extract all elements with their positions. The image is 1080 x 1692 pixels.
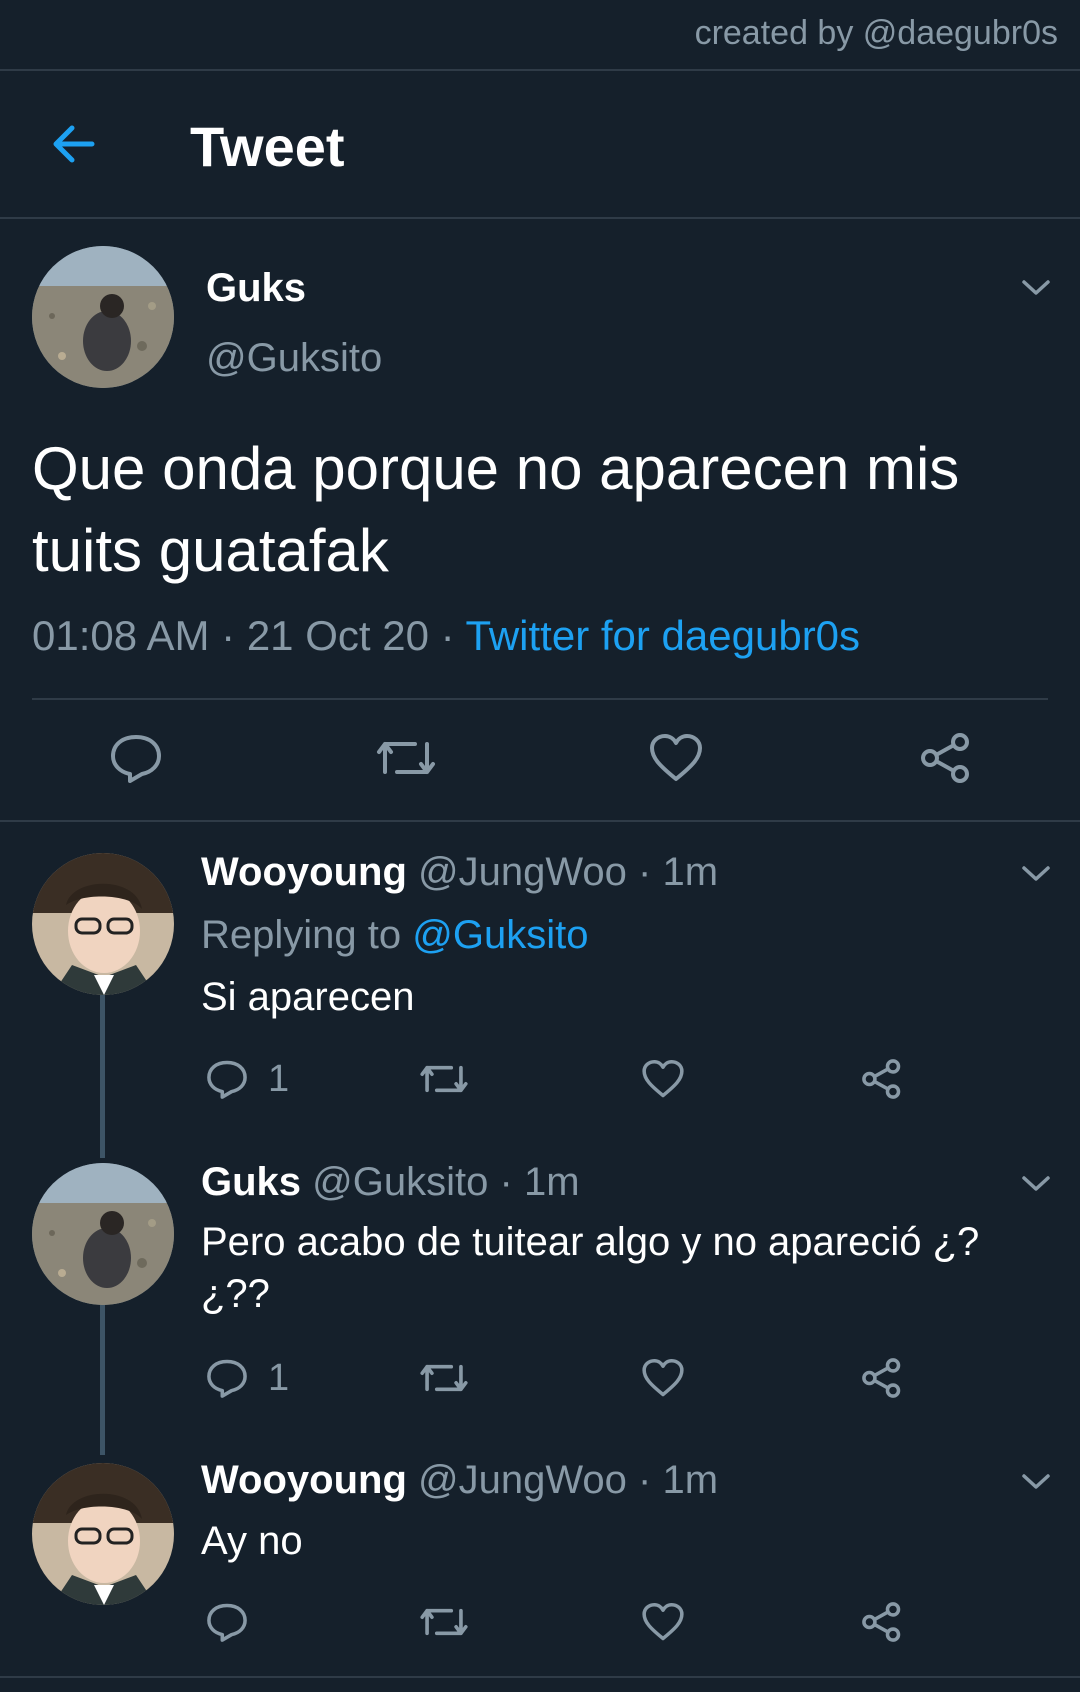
meta-separator: · <box>499 1160 513 1204</box>
meta-separator: · <box>221 612 236 659</box>
reply-count: 1 <box>268 1357 290 1399</box>
meta-divider <box>32 698 1048 700</box>
reply-author-name[interactable]: Wooyoung <box>201 1458 407 1502</box>
replying-to-label: Replying to <box>201 913 402 957</box>
thread-line <box>100 995 105 1158</box>
replying-to: Replying to @Guksito <box>201 913 588 958</box>
meta-separator: · <box>440 612 455 659</box>
like-heart-icon[interactable] <box>641 1601 685 1648</box>
author-name[interactable]: Guks <box>206 266 306 311</box>
reply-author-name[interactable]: Wooyoung <box>201 850 407 894</box>
reply-time: 1m <box>662 850 719 894</box>
retweet-icon[interactable] <box>419 1357 469 1404</box>
replies-divider <box>0 820 1080 822</box>
meta-separator: · <box>638 850 652 894</box>
reply-icon[interactable] <box>205 1357 249 1404</box>
page-title: Tweet <box>190 115 345 178</box>
author-handle[interactable]: @Guksito <box>206 336 382 381</box>
reply-author-handle[interactable]: @JungWoo <box>418 1458 627 1502</box>
reply-icon[interactable] <box>205 1601 249 1648</box>
avatar-guks[interactable] <box>32 246 174 388</box>
retweet-icon[interactable] <box>375 732 437 789</box>
thread-line <box>100 1305 105 1455</box>
reply-icon[interactable] <box>205 1058 249 1105</box>
reply-text: Ay no <box>201 1519 303 1563</box>
share-icon[interactable] <box>860 1601 904 1648</box>
share-icon[interactable] <box>860 1357 904 1404</box>
reply-count: 1 <box>268 1058 290 1100</box>
chevron-down-icon[interactable] <box>1021 864 1051 884</box>
reply-text: Pero acabo de tuitear algo y no apareció… <box>201 1220 980 1316</box>
chevron-down-icon[interactable] <box>1021 1174 1051 1194</box>
share-icon[interactable] <box>918 732 974 789</box>
like-heart-icon[interactable] <box>641 1357 685 1404</box>
reply-author-handle[interactable]: @JungWoo <box>418 850 627 894</box>
tweet-time: 01:08 AM <box>32 612 210 659</box>
tweet-meta: 01:08 AM · 21 Oct 20 · Twitter for daegu… <box>32 612 860 660</box>
chevron-down-icon[interactable] <box>1021 278 1051 298</box>
avatar-guks[interactable] <box>32 1163 174 1305</box>
avatar-wooyoung[interactable] <box>32 1463 174 1605</box>
like-heart-icon[interactable] <box>641 1058 685 1105</box>
meta-separator: · <box>638 1458 652 1502</box>
reply-time: 1m <box>523 1160 580 1204</box>
chevron-down-icon[interactable] <box>1021 1472 1051 1492</box>
tweet-source-link[interactable]: Twitter for daegubr0s <box>466 612 861 659</box>
retweet-icon[interactable] <box>419 1058 469 1105</box>
like-heart-icon[interactable] <box>648 732 704 789</box>
reply-icon[interactable] <box>108 732 164 789</box>
tweet-text: Que onda porque no aparecen mis tuits gu… <box>32 435 960 584</box>
reply-time: 1m <box>662 1458 719 1502</box>
reply-header: Guks @Guksito · 1m <box>201 1160 580 1205</box>
top-app-bar: Tweet <box>0 70 1080 218</box>
reply-header: Wooyoung @JungWoo · 1m <box>201 1458 718 1503</box>
reply-author-name[interactable]: Guks <box>201 1160 301 1204</box>
avatar-wooyoung[interactable] <box>32 853 174 995</box>
creator-credit: created by @daegubr0s <box>694 14 1058 52</box>
reply-header: Wooyoung @JungWoo · 1m <box>201 850 718 895</box>
replying-to-handle[interactable]: @Guksito <box>412 913 588 957</box>
tweet-date: 21 Oct 20 <box>246 612 429 659</box>
share-icon[interactable] <box>860 1058 904 1105</box>
retweet-icon[interactable] <box>419 1601 469 1648</box>
reply-text: Si aparecen <box>201 975 415 1019</box>
back-arrow-icon[interactable] <box>48 118 100 170</box>
bottom-divider <box>0 1676 1080 1678</box>
reply-author-handle[interactable]: @Guksito <box>312 1160 488 1204</box>
header-divider <box>0 217 1080 219</box>
